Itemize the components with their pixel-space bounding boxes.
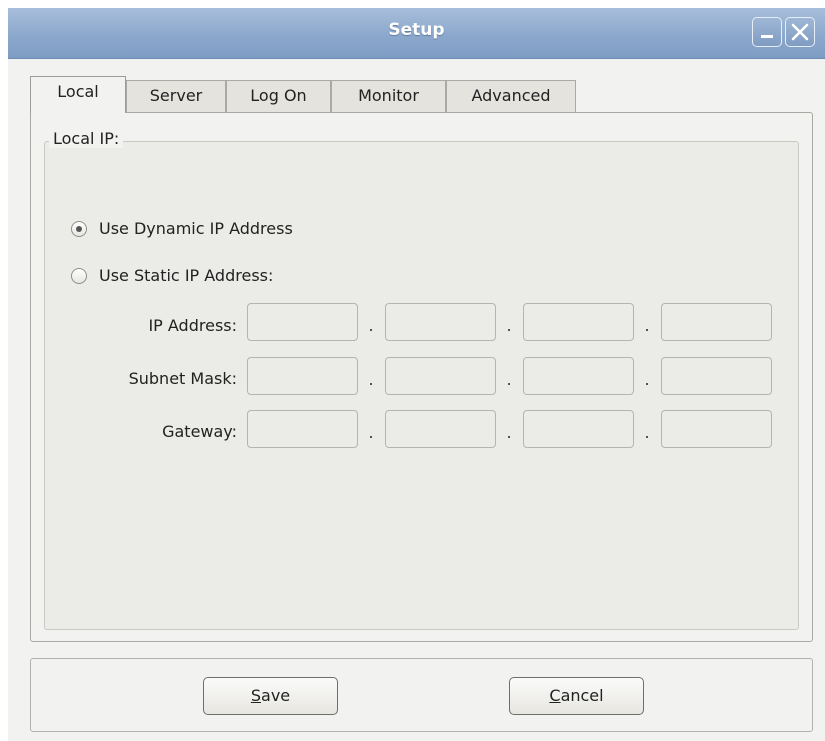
subnet-mask-dot-1: . — [368, 370, 374, 389]
minimize-icon — [761, 35, 773, 38]
gateway-dot-3: . — [644, 423, 650, 442]
subnet-mask-octet-4[interactable] — [661, 357, 772, 395]
gateway-octet-1[interactable] — [247, 410, 358, 448]
local-ip-group-label: Local IP: — [49, 129, 124, 148]
window-title: Setup — [388, 20, 445, 40]
ip-address-octet-4[interactable] — [661, 303, 772, 341]
cancel-button[interactable]: Cancel — [509, 677, 644, 715]
tab-advanced[interactable]: Advanced — [446, 80, 576, 112]
save-button[interactable]: Save — [203, 677, 338, 715]
ip-address-dot-1: . — [368, 316, 374, 335]
ip-address-dot-2: . — [506, 316, 512, 335]
static-ip-label: Use Static IP Address: — [99, 266, 274, 285]
close-icon — [791, 23, 809, 41]
subnet-mask-octet-1[interactable] — [247, 357, 358, 395]
gateway-dot-2: . — [506, 423, 512, 442]
tab-monitor[interactable]: Monitor — [331, 80, 446, 112]
subnet-mask-dot-3: . — [644, 370, 650, 389]
close-button[interactable] — [785, 17, 815, 47]
ip-address-label: IP Address: — [148, 316, 237, 335]
ip-address-octet-3[interactable] — [523, 303, 634, 341]
tab-local[interactable]: Local — [30, 76, 126, 113]
gateway-octet-3[interactable] — [523, 410, 634, 448]
subnet-mask-octet-3[interactable] — [523, 357, 634, 395]
dynamic-ip-label: Use Dynamic IP Address — [99, 219, 293, 238]
cancel-mnemonic: C — [549, 686, 561, 705]
gateway-octet-2[interactable] — [385, 410, 496, 448]
subnet-mask-label: Subnet Mask: — [128, 369, 237, 388]
gateway-octet-4[interactable] — [661, 410, 772, 448]
dialog-button-bar: Save Cancel — [30, 658, 813, 732]
gateway-dot-1: . — [368, 423, 374, 442]
gateway-label: Gateway: — [162, 422, 237, 441]
ip-address-octet-2[interactable] — [385, 303, 496, 341]
static-ip-radio[interactable] — [71, 268, 87, 284]
tab-log-on[interactable]: Log On — [226, 80, 331, 112]
title-bar[interactable]: Setup — [8, 8, 825, 59]
local-tab-panel: Local IP: Use Dynamic IP Address Use Sta… — [30, 112, 813, 642]
cancel-label: ancel — [560, 686, 604, 705]
save-label: ave — [261, 686, 291, 705]
dynamic-ip-radio[interactable] — [71, 221, 87, 237]
ip-address-dot-3: . — [644, 316, 650, 335]
minimize-button[interactable] — [752, 17, 782, 47]
tab-server[interactable]: Server — [126, 80, 226, 112]
save-mnemonic: S — [250, 686, 262, 705]
ip-address-octet-1[interactable] — [247, 303, 358, 341]
subnet-mask-dot-2: . — [506, 370, 512, 389]
setup-window: Setup Local Server Log On Monitor Advanc… — [8, 8, 825, 741]
subnet-mask-octet-2[interactable] — [385, 357, 496, 395]
